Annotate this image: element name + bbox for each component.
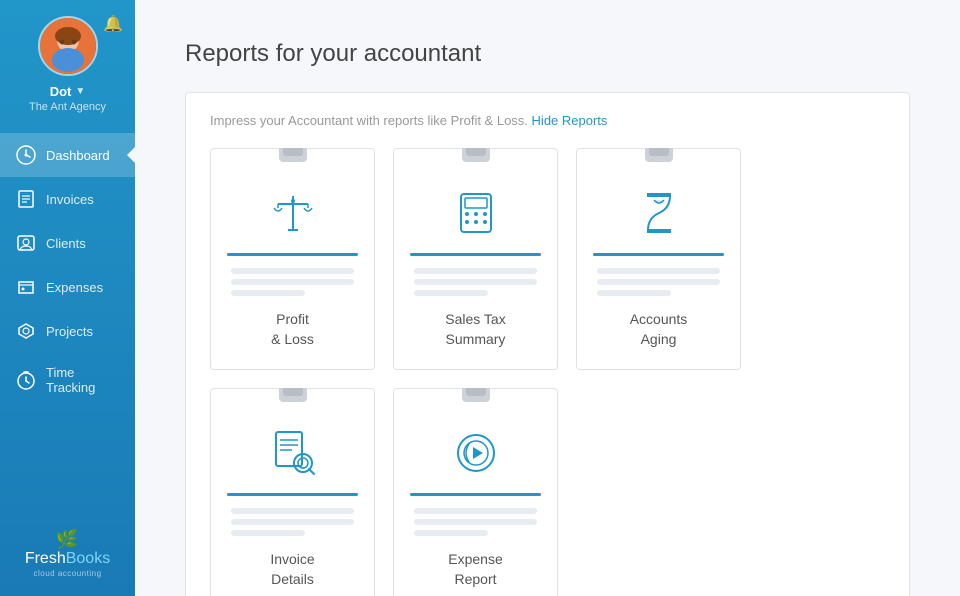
avatar[interactable]	[38, 16, 98, 76]
freshbooks-fresh: Fresh	[25, 550, 66, 567]
reports-subtitle: Impress your Accountant with reports lik…	[210, 113, 885, 128]
sidebar-item-label: Dashboard	[46, 148, 110, 163]
card-lines	[597, 268, 719, 296]
sidebar-item-label: Clients	[46, 236, 86, 251]
freshbooks-logo-mark: 🌿	[56, 529, 79, 550]
card-clip	[279, 148, 307, 162]
user-name: Dot	[50, 84, 72, 99]
user-dropdown-arrow[interactable]: ▼	[75, 86, 85, 97]
card-divider	[410, 493, 540, 496]
report-card-sales-tax[interactable]: Sales TaxSummary	[393, 148, 558, 370]
report-card-profit-loss[interactable]: Profit& Loss	[210, 148, 375, 370]
sidebar-item-expenses[interactable]: Expenses	[0, 265, 135, 309]
card-clip	[645, 148, 673, 162]
freshbooks-wordmark: FreshBooks	[25, 550, 110, 568]
main-content: Reports for your accountant Impress your…	[135, 0, 960, 596]
card-label-sales-tax: Sales TaxSummary	[445, 310, 505, 349]
expense-report-icon	[446, 423, 506, 483]
sidebar-nav: Dashboard Invoices Clients	[0, 133, 135, 519]
card-divider	[227, 253, 357, 256]
hide-reports-link[interactable]: Hide Reports	[532, 113, 608, 128]
card-divider	[593, 253, 723, 256]
freshbooks-tagline: cloud accounting	[33, 569, 101, 578]
sidebar-top: 🔔 Dot ▼ The Ant Agency	[0, 0, 135, 123]
avatar-image	[40, 18, 96, 74]
sidebar-item-label: Invoices	[46, 192, 94, 207]
page-title: Reports for your accountant	[185, 40, 910, 68]
card-clip	[462, 388, 490, 402]
profit-loss-icon	[263, 183, 323, 243]
reports-container: Impress your Accountant with reports lik…	[185, 92, 910, 596]
card-label-invoice-details: InvoiceDetails	[270, 550, 314, 589]
sidebar-item-invoices[interactable]: Invoices	[0, 177, 135, 221]
card-label-accounts-aging: AccountsAging	[630, 310, 688, 349]
sidebar: 🔔 Dot ▼ The Ant Agency	[0, 0, 135, 596]
freshbooks-books: Books	[66, 550, 110, 567]
user-info[interactable]: Dot ▼	[50, 84, 86, 99]
report-card-invoice-details[interactable]: InvoiceDetails	[210, 388, 375, 596]
card-divider	[410, 253, 540, 256]
sales-tax-icon	[446, 183, 506, 243]
sidebar-item-label: Expenses	[46, 280, 103, 295]
card-lines	[414, 508, 536, 536]
report-card-expense-report[interactable]: ExpenseReport	[393, 388, 558, 596]
card-lines	[231, 268, 353, 296]
sidebar-item-projects[interactable]: Projects	[0, 309, 135, 353]
cards-grid: Profit& Loss	[210, 148, 885, 596]
sidebar-item-time-tracking[interactable]: Time Tracking	[0, 353, 135, 407]
card-label-profit-loss: Profit& Loss	[271, 310, 314, 349]
card-clip	[462, 148, 490, 162]
freshbooks-logo: 🌿 FreshBooks cloud accounting	[25, 519, 110, 596]
invoice-details-icon	[263, 423, 323, 483]
accounts-aging-icon	[629, 183, 689, 243]
sidebar-item-dashboard[interactable]: Dashboard	[0, 133, 135, 177]
sidebar-item-label: Time Tracking	[46, 365, 119, 395]
card-lines	[414, 268, 536, 296]
leaf-icon: 🌿	[56, 529, 78, 550]
sidebar-item-clients[interactable]: Clients	[0, 221, 135, 265]
card-divider	[227, 493, 357, 496]
card-lines	[231, 508, 353, 536]
sidebar-item-label: Projects	[46, 324, 93, 339]
bell-icon[interactable]: 🔔	[103, 14, 123, 34]
report-card-accounts-aging[interactable]: AccountsAging	[576, 148, 741, 370]
user-company: The Ant Agency	[29, 101, 106, 113]
card-label-expense-report: ExpenseReport	[448, 550, 502, 589]
card-clip	[279, 388, 307, 402]
